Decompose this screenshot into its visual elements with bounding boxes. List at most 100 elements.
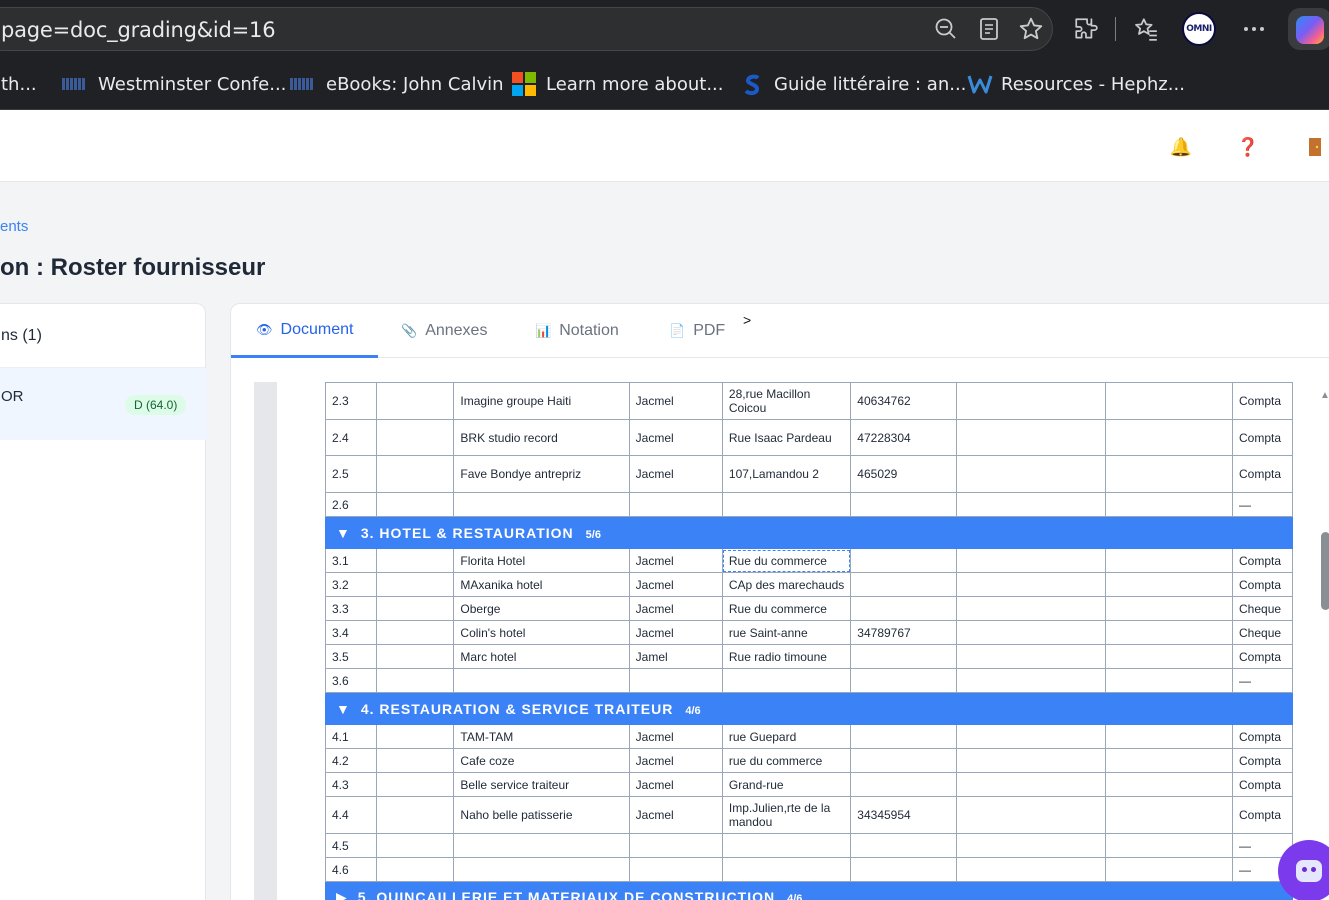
tab-document[interactable]: 👁 Document — [231, 304, 379, 358]
vertical-scrollbar[interactable]: ▲ — [1317, 382, 1329, 900]
bookmark-item[interactable]: Resources - Hephz... — [967, 72, 1185, 96]
phone-cell[interactable] — [850, 857, 957, 882]
empty-cell[interactable] — [1105, 548, 1234, 573]
payment-cell[interactable]: Compta — [1232, 772, 1293, 797]
empty-cell[interactable] — [955, 644, 1107, 669]
collapse-arrow-icon[interactable]: ▼ — [336, 525, 351, 541]
empty-cell[interactable] — [1105, 668, 1234, 693]
supplier-name-cell[interactable]: Imagine groupe Haiti — [453, 382, 630, 420]
supplier-name-cell[interactable]: Naho belle patisserie — [453, 796, 630, 834]
supplier-name-cell[interactable]: Cafe coze — [453, 748, 630, 773]
empty-cell[interactable] — [375, 772, 455, 797]
assistant-bot-button[interactable] — [1278, 840, 1329, 900]
collapse-arrow-icon[interactable]: ▼ — [336, 701, 351, 717]
city-cell[interactable]: Jacmel — [628, 772, 723, 797]
row-number[interactable]: 2.3 — [325, 382, 377, 420]
supplier-name-cell[interactable]: Colin's hotel — [453, 620, 630, 645]
address-cell[interactable] — [721, 668, 852, 693]
supplier-name-cell[interactable]: Marc hotel — [453, 644, 630, 669]
favorite-star-icon[interactable] — [1015, 13, 1047, 45]
address-cell[interactable]: rue Saint-anne — [721, 620, 852, 645]
empty-cell[interactable] — [1105, 596, 1234, 621]
bookmark-item[interactable]: eBooks: John Calvin — [290, 72, 504, 96]
city-cell[interactable]: Jacmel — [628, 724, 723, 749]
phone-cell[interactable]: 465029 — [850, 455, 957, 493]
payment-cell[interactable]: Compta — [1232, 455, 1293, 493]
supplier-name-cell[interactable]: TAM-TAM — [453, 724, 630, 749]
payment-cell[interactable]: Compta — [1232, 382, 1293, 420]
empty-cell[interactable] — [375, 833, 455, 858]
payment-cell[interactable]: Compta — [1232, 644, 1293, 669]
scrollbar-thumb[interactable] — [1321, 532, 1329, 610]
bookmark-item[interactable]: ith... — [0, 72, 37, 96]
row-number[interactable]: 3.2 — [325, 572, 377, 597]
profile-avatar[interactable]: OMNI — [1182, 12, 1216, 46]
empty-cell[interactable] — [375, 492, 455, 517]
bell-icon[interactable]: 🔔 — [1170, 136, 1192, 158]
empty-cell[interactable] — [375, 620, 455, 645]
phone-cell[interactable] — [850, 748, 957, 773]
empty-cell[interactable] — [955, 492, 1107, 517]
phone-cell[interactable] — [850, 492, 957, 517]
breadcrumb[interactable]: ents — [0, 218, 28, 235]
empty-cell[interactable] — [955, 796, 1107, 834]
phone-cell[interactable] — [850, 724, 957, 749]
phone-cell[interactable]: 40634762 — [850, 382, 957, 420]
phone-cell[interactable]: 34789767 — [850, 620, 957, 645]
phone-cell[interactable]: 47228304 — [850, 419, 957, 456]
empty-cell[interactable] — [1105, 620, 1234, 645]
phone-cell[interactable]: 34345954 — [850, 796, 957, 834]
city-cell[interactable]: Jacmel — [628, 455, 723, 493]
payment-cell[interactable]: Compta — [1232, 548, 1293, 573]
payment-cell[interactable]: Compta — [1232, 724, 1293, 749]
address-cell[interactable]: CAp des marechauds — [721, 572, 852, 597]
supplier-name-cell[interactable] — [453, 833, 630, 858]
address-cell[interactable]: Rue radio timoune — [721, 644, 852, 669]
empty-cell[interactable] — [375, 382, 455, 420]
row-number[interactable]: 4.5 — [325, 833, 377, 858]
address-cell[interactable]: 107,Lamandou 2 — [721, 455, 852, 493]
payment-cell[interactable]: Cheque — [1232, 596, 1293, 621]
payment-cell[interactable]: Cheque — [1232, 620, 1293, 645]
empty-cell[interactable] — [1105, 419, 1234, 456]
tab-more-arrow[interactable]: > — [743, 312, 751, 328]
address-cell[interactable] — [721, 492, 852, 517]
empty-cell[interactable] — [955, 548, 1107, 573]
city-cell[interactable]: Jacmel — [628, 419, 723, 456]
extensions-icon[interactable] — [1070, 13, 1102, 45]
section-header[interactable]: ▼ 3. HOTEL & RESTAURATION 5/6 — [325, 516, 1293, 549]
phone-cell[interactable] — [850, 572, 957, 597]
address-cell[interactable]: Imp.Julien,rte de la mandou — [721, 796, 852, 834]
empty-cell[interactable] — [955, 772, 1107, 797]
address-cell[interactable]: rue Guepard — [721, 724, 852, 749]
tab-annexes[interactable]: 📎 Annexes — [376, 304, 512, 358]
empty-cell[interactable] — [1105, 772, 1234, 797]
supplier-name-cell[interactable]: Fave Bondye antrepriz — [453, 455, 630, 493]
supplier-name-cell[interactable] — [453, 857, 630, 882]
row-number[interactable]: 4.4 — [325, 796, 377, 834]
phone-cell[interactable] — [850, 596, 957, 621]
row-number[interactable]: 3.3 — [325, 596, 377, 621]
city-cell[interactable]: Jacmel — [628, 572, 723, 597]
section-header[interactable]: ▼ 4. RESTAURATION & SERVICE TRAITEUR 4/6 — [325, 692, 1293, 725]
empty-cell[interactable] — [375, 455, 455, 493]
empty-cell[interactable] — [1105, 857, 1234, 882]
city-cell[interactable]: Jacmel — [628, 796, 723, 834]
empty-cell[interactable] — [375, 668, 455, 693]
supplier-name-cell[interactable]: Oberge — [453, 596, 630, 621]
expand-arrow-icon[interactable]: ▶ — [336, 889, 348, 900]
payment-cell[interactable]: — — [1232, 492, 1293, 517]
payment-cell[interactable]: Compta — [1232, 796, 1293, 834]
city-cell[interactable] — [628, 492, 723, 517]
phone-cell[interactable] — [850, 833, 957, 858]
empty-cell[interactable] — [955, 382, 1107, 420]
submission-item[interactable]: OR D (64.0) — [0, 368, 207, 440]
empty-cell[interactable] — [375, 748, 455, 773]
supplier-name-cell[interactable]: Belle service traiteur — [453, 772, 630, 797]
empty-cell[interactable] — [375, 796, 455, 834]
empty-cell[interactable] — [1105, 748, 1234, 773]
address-cell[interactable]: Grand-rue — [721, 772, 852, 797]
sheet-viewport[interactable]: 2.3 Imagine groupe Haiti Jacmel 28,rue Maci… — [325, 382, 1293, 900]
row-number[interactable]: 2.5 — [325, 455, 377, 493]
phone-cell[interactable] — [850, 548, 957, 573]
